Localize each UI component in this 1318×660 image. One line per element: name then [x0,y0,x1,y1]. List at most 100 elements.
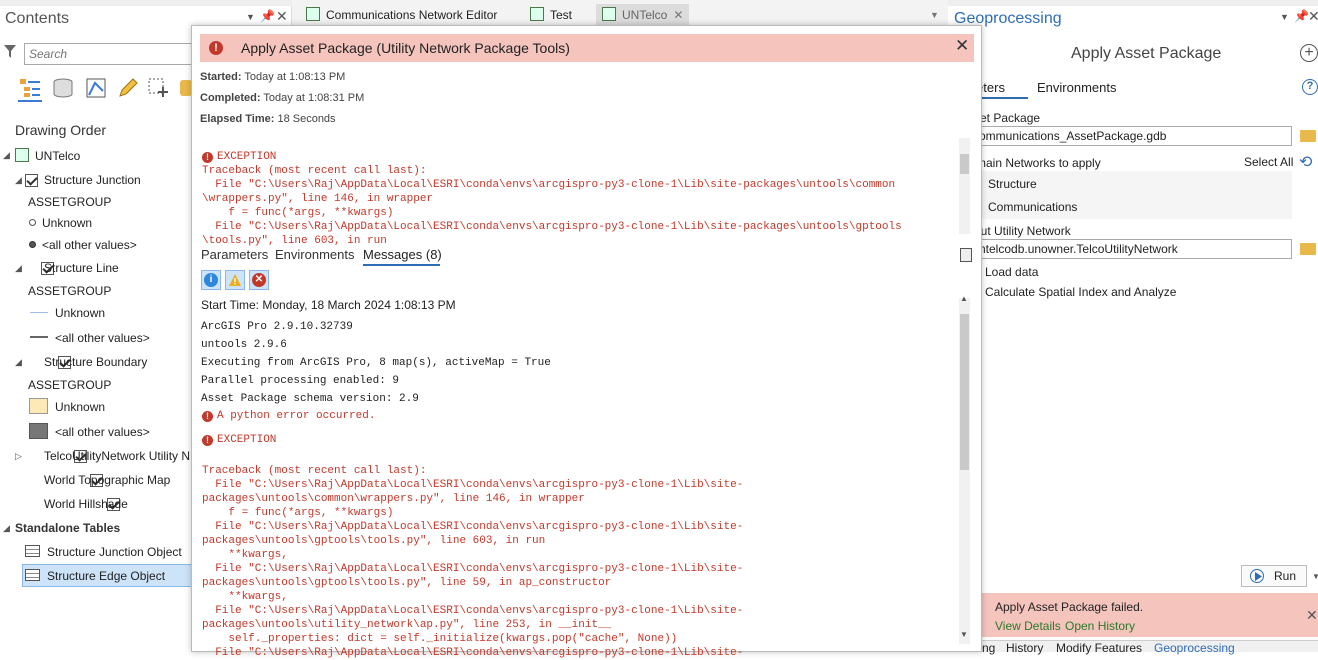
close-icon[interactable]: ✕ [673,8,683,22]
run-icon [1250,569,1264,583]
pencil-icon[interactable] [117,77,139,102]
message-line: Executing from ArcGIS Pro, 8 map(s), act… [201,357,551,369]
log-line: f = func(*args, **kwargs) [202,507,394,519]
close-icon[interactable]: ✕ [276,8,288,25]
tab-label: Test [550,8,573,22]
search-input[interactable] [24,43,194,65]
tab-modify-features[interactable]: Modify Features [1056,641,1142,655]
completed-label: Completed: [200,92,261,104]
contents-title: Contents [5,10,70,27]
map-icon [602,7,616,21]
log-line: File "C:\Users\Raj\AppData\Local\ESRI\co… [202,221,902,233]
scroll-up-icon[interactable]: ▲ [960,294,968,303]
pin-icon[interactable]: 📌 [1294,9,1309,23]
summary-scrollbar[interactable] [959,138,970,234]
tab-messages[interactable]: Messages (8) [363,247,442,262]
collapse-icon[interactable]: ◢ [15,175,22,186]
log-line: Traceback (most recent call last): [202,465,427,477]
collapse-icon[interactable]: ◢ [15,263,22,274]
log-line: File "C:\Users\Raj\AppData\Local\ESRI\co… [202,479,744,491]
point-symbol [29,219,36,226]
add-icon[interactable]: + [1300,44,1318,62]
tab-environments[interactable]: Environments [1037,80,1116,95]
polygon-symbol [29,423,48,439]
layer-name[interactable]: World Topographic Map [44,473,170,487]
map-name[interactable]: UNTelco [35,149,80,163]
close-icon[interactable]: ✕ [1308,8,1318,25]
domain-network-item[interactable]: Communications [988,200,1077,214]
expand-icon[interactable]: ▷ [15,451,22,462]
symbol-label: Unknown [55,306,106,320]
tab-untelco[interactable]: UNTelco ✕ [596,4,690,26]
message-line: untools 2.9.6 [201,339,287,351]
tab-test[interactable]: Test [524,4,578,26]
folder-icon[interactable] [1300,243,1316,255]
pin-icon[interactable]: 📌 [260,9,275,23]
target-utility-network-field[interactable]: ntelcodb.unowner.TelcoUtilityNetwork [974,239,1292,259]
error-filter-button[interactable]: ✕ [249,270,269,290]
view-details-link[interactable]: View Details [995,619,1061,633]
layer-visibility-checkbox[interactable] [25,174,38,187]
tab-parameters[interactable]: Parameters [201,247,268,262]
geoprocessing-pane: Geoprocessing ▼ 📌 ✕ Apply Asset Package … [948,0,1318,655]
snapping-icon[interactable] [85,77,107,102]
run-menu-icon[interactable]: ▼ [1312,572,1318,581]
domain-networks-label: main Networks to apply [976,156,1101,170]
symbology-heading: ASSETGROUP [28,284,112,298]
summary-log: ! EXCEPTION Traceback (most recent call la… [202,136,952,248]
collapse-icon[interactable]: ◢ [3,150,10,161]
log-line: self._properties: dict = self._initializ… [202,633,678,645]
layer-name[interactable]: Structure Boundary [44,355,147,369]
symbology-heading: ASSETGROUP [28,378,112,392]
asset-package-field[interactable]: ommunications_AssetPackage.gdb [974,126,1292,146]
log-line: EXCEPTION [217,151,277,163]
open-history-link[interactable]: Open History [1065,619,1135,633]
tab-communications-network-editor[interactable]: Communications Network Editor [300,4,503,26]
list-by-drawing-order-icon[interactable] [18,77,42,102]
layer-name[interactable]: World Hillshade [44,497,128,511]
filter-icon[interactable] [4,45,16,59]
layer-name[interactable]: Structure Line [44,261,119,275]
calc-spatial-index-checkbox-label[interactable]: Calculate Spatial Index and Analyze [985,285,1176,299]
database-icon[interactable] [52,77,74,102]
close-icon[interactable]: ✕ [1306,607,1318,624]
folder-icon[interactable] [1300,130,1316,142]
messages-scrollbar[interactable] [959,298,970,644]
copy-icon[interactable] [960,248,972,262]
tab-history[interactable]: History [1006,641,1043,655]
message-line: EXCEPTION [217,434,277,446]
bottom-tab[interactable]: ng [982,641,995,655]
layer-name[interactable]: Structure Junction [44,173,141,187]
log-line: \tools.py", line 603, in run [202,235,387,247]
collapse-icon[interactable]: ◢ [3,523,10,534]
info-filter-button[interactable]: i [201,270,221,290]
python-error-line: ! A python error occurred. [202,410,375,422]
refresh-icon[interactable]: ⟲ [1299,152,1312,172]
symbology-heading: ASSETGROUP [28,195,112,209]
exception-line: ! EXCEPTION [202,434,276,446]
map-icon [306,7,320,21]
tool-details-dialog: ! Apply Asset Package (Utility Network P… [191,25,982,659]
started-label: Started: [200,71,242,83]
tab-geoprocessing[interactable]: Geoprocessing [1154,641,1235,655]
pane-menu-icon[interactable]: ▼ [1280,12,1289,22]
asset-package-label: set Package [974,111,1041,125]
table-name[interactable]: Structure Junction Object [47,545,182,559]
load-data-checkbox-label[interactable]: Load data [985,265,1038,279]
selection-icon[interactable] [147,77,171,102]
select-all-link[interactable]: Select All [1244,155,1293,169]
layer-name[interactable]: TelcoUtilityNetwork Utility N [44,449,192,463]
standalone-tables-heading[interactable]: Standalone Tables [15,521,120,535]
pane-menu-icon[interactable]: ▼ [246,12,255,22]
table-name[interactable]: Structure Edge Object [47,569,165,583]
message-line: Parallel processing enabled: 9 [201,375,400,387]
scroll-down-icon[interactable]: ▼ [960,630,968,639]
tab-overflow-icon[interactable]: ▼ [930,10,939,20]
close-icon[interactable]: ✕ [955,36,969,56]
warning-filter-button[interactable] [225,270,245,290]
help-icon[interactable]: ? [1302,79,1318,95]
tab-environments[interactable]: Environments [275,247,354,262]
symbol-label: <all other values> [55,425,150,439]
collapse-icon[interactable]: ◢ [15,357,22,368]
domain-network-item[interactable]: Structure [988,177,1037,191]
